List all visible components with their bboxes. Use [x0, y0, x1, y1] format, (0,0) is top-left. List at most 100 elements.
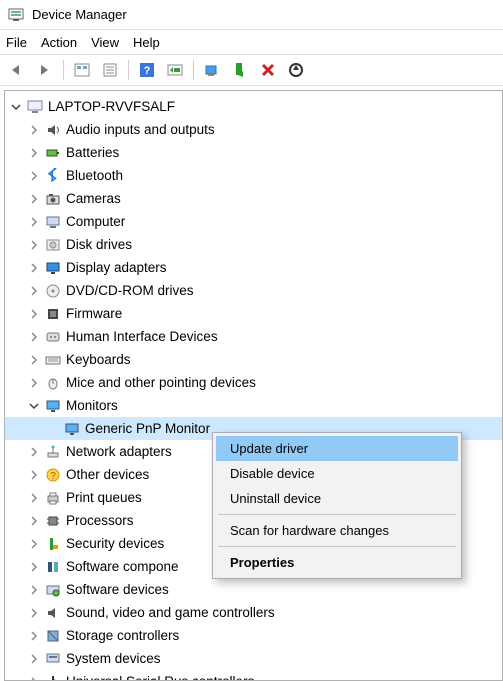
audio-icon [44, 121, 62, 139]
expand-arrow-icon[interactable] [27, 330, 41, 344]
storage-icon [44, 627, 62, 645]
tree-category[interactable]: Bluetooth [5, 164, 502, 187]
tree-category[interactable]: Software devices [5, 578, 502, 601]
expand-arrow-icon[interactable] [27, 146, 41, 160]
expand-arrow-icon[interactable] [27, 606, 41, 620]
expand-arrow-icon[interactable] [27, 192, 41, 206]
tree-category[interactable]: DVD/CD-ROM drives [5, 279, 502, 302]
tree-category-label: Mice and other pointing devices [66, 372, 256, 394]
tree-category[interactable]: Sound, video and game controllers [5, 601, 502, 624]
expand-arrow-icon[interactable] [9, 100, 23, 114]
expand-arrow-icon[interactable] [27, 215, 41, 229]
device-tree[interactable]: LAPTOP-RVVFSALF Audio inputs and outputs… [5, 91, 502, 681]
toolbar-separator [128, 60, 129, 80]
other-icon: ? [44, 466, 62, 484]
menu-help[interactable]: Help [133, 35, 160, 50]
forward-button[interactable] [32, 58, 58, 82]
menu-file[interactable]: File [6, 35, 27, 50]
tree-category-label: Other devices [66, 464, 149, 486]
tree-category[interactable]: Mice and other pointing devices [5, 371, 502, 394]
expand-arrow-icon[interactable] [27, 537, 41, 551]
expand-arrow-icon[interactable] [27, 261, 41, 275]
tree-category[interactable]: Monitors [5, 394, 502, 417]
expand-arrow-icon[interactable] [27, 123, 41, 137]
computer-icon [26, 98, 44, 116]
toolbar-separator [193, 60, 194, 80]
ctx-properties[interactable]: Properties [216, 550, 458, 575]
cpu-icon [44, 512, 62, 530]
expand-arrow-icon[interactable] [27, 468, 41, 482]
svg-text:?: ? [50, 471, 56, 482]
menu-view[interactable]: View [91, 35, 119, 50]
tree-category-label: Keyboards [66, 349, 131, 371]
expand-arrow-icon[interactable] [27, 307, 41, 321]
ctx-divider [218, 546, 456, 547]
scan-button[interactable] [162, 58, 188, 82]
tree-category[interactable]: Firmware [5, 302, 502, 325]
tree-category-label: Firmware [66, 303, 122, 325]
expand-arrow-icon[interactable] [27, 353, 41, 367]
titlebar: Device Manager [0, 0, 503, 30]
tree-category[interactable]: Display adapters [5, 256, 502, 279]
sound-icon [44, 604, 62, 622]
tree-category[interactable]: System devices [5, 647, 502, 670]
tree-category[interactable]: Human Interface Devices [5, 325, 502, 348]
ctx-update-driver[interactable]: Update driver [216, 436, 458, 461]
tree-category-label: Software devices [66, 579, 169, 601]
usb-icon [44, 673, 62, 681]
expand-arrow-icon[interactable] [27, 376, 41, 390]
monitor-icon [44, 397, 62, 415]
tree-category-label: Disk drives [66, 234, 132, 256]
tree-category-label: Software compone [66, 556, 179, 578]
back-button[interactable] [4, 58, 30, 82]
tree-category[interactable]: Keyboards [5, 348, 502, 371]
update-driver-button[interactable] [199, 58, 225, 82]
expand-arrow-icon[interactable] [27, 560, 41, 574]
expand-arrow-icon[interactable] [27, 169, 41, 183]
tree-category[interactable]: Batteries [5, 141, 502, 164]
ctx-divider [218, 514, 456, 515]
tree-category[interactable]: Universal Serial Rus controllers [5, 670, 502, 681]
ctx-disable-device[interactable]: Disable device [216, 461, 458, 486]
tree-category-label: Processors [66, 510, 134, 532]
tree-category-label: DVD/CD-ROM drives [66, 280, 194, 302]
tree-category[interactable]: Storage controllers [5, 624, 502, 647]
tree-root[interactable]: LAPTOP-RVVFSALF [5, 95, 502, 118]
device-tree-panel: LAPTOP-RVVFSALF Audio inputs and outputs… [4, 90, 503, 681]
help-button[interactable]: ? [134, 58, 160, 82]
enable-device-button[interactable] [227, 58, 253, 82]
menu-action[interactable]: Action [41, 35, 77, 50]
tree-category-label: Computer [66, 211, 125, 233]
expand-arrow-icon[interactable] [27, 238, 41, 252]
expand-arrow-icon[interactable] [27, 445, 41, 459]
tree-category-label: Human Interface Devices [66, 326, 218, 348]
svg-text:?: ? [144, 65, 151, 77]
expand-arrow-icon[interactable] [27, 514, 41, 528]
ctx-scan-hardware[interactable]: Scan for hardware changes [216, 518, 458, 543]
tree-category[interactable]: Computer [5, 210, 502, 233]
expand-arrow-icon[interactable] [27, 629, 41, 643]
expand-arrow-icon[interactable] [27, 652, 41, 666]
disable-device-button[interactable] [283, 58, 309, 82]
expand-arrow-icon[interactable] [27, 491, 41, 505]
computer-icon [44, 213, 62, 231]
disk-icon [44, 236, 62, 254]
expand-arrow-icon[interactable] [27, 399, 41, 413]
tree-category[interactable]: Disk drives [5, 233, 502, 256]
tree-category[interactable]: Cameras [5, 187, 502, 210]
tree-category-label: Batteries [66, 142, 119, 164]
uninstall-button[interactable] [255, 58, 281, 82]
tree-category[interactable]: Audio inputs and outputs [5, 118, 502, 141]
firmware-icon [44, 305, 62, 323]
hid-icon [44, 328, 62, 346]
app-icon [8, 7, 24, 23]
expand-arrow-icon[interactable] [27, 583, 41, 597]
show-hidden-button[interactable] [69, 58, 95, 82]
tree-category-label: Cameras [66, 188, 121, 210]
expand-arrow-icon[interactable] [27, 675, 41, 681]
ctx-uninstall-device[interactable]: Uninstall device [216, 486, 458, 511]
expand-arrow-icon[interactable] [27, 284, 41, 298]
properties-button[interactable] [97, 58, 123, 82]
battery-icon [44, 144, 62, 162]
tree-category-label: Display adapters [66, 257, 167, 279]
